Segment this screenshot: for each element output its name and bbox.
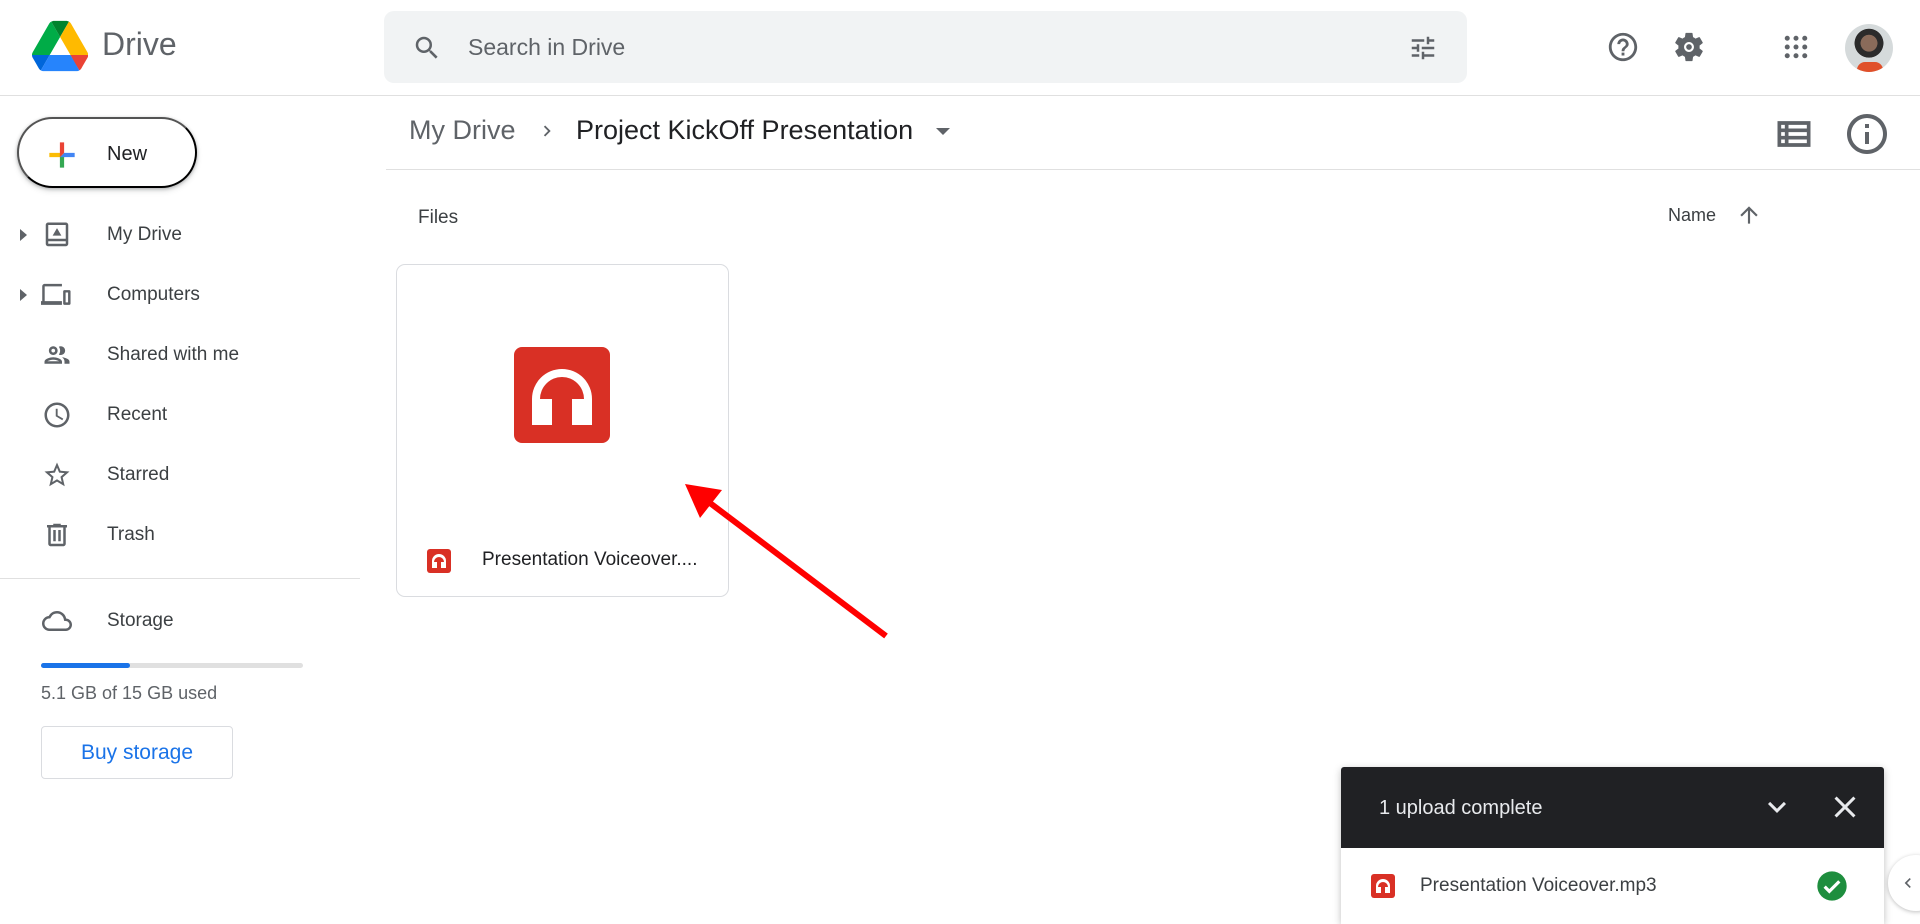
search-options-icon[interactable] [1408, 33, 1438, 63]
file-card[interactable]: Presentation Voiceover.... [396, 264, 729, 597]
help-button[interactable] [1599, 23, 1647, 71]
expand-caret-icon[interactable] [20, 289, 27, 301]
cloud-icon [42, 611, 72, 631]
collapse-chevron-down-icon[interactable] [1759, 789, 1795, 825]
sort-by-name-button[interactable]: Name [1668, 205, 1716, 226]
search-bar [384, 11, 1467, 83]
storage-label: Storage [107, 610, 174, 631]
upload-panel-title: 1 upload complete [1379, 797, 1543, 819]
sidebar-item-shared-with-me[interactable]: Shared with me [0, 327, 360, 383]
search-input[interactable] [468, 25, 1328, 69]
upload-panel: 1 upload complete Presentation Voiceover… [1341, 767, 1884, 924]
upload-file-name: Presentation Voiceover.mp3 [1420, 875, 1657, 896]
side-panel-toggle-button[interactable] [1888, 855, 1920, 911]
drive-logo-icon[interactable] [32, 20, 88, 72]
breadcrumb-divider [386, 169, 1920, 170]
upload-panel-header: 1 upload complete [1341, 767, 1884, 848]
files-section-label: Files [418, 207, 459, 228]
sidebar-item-label: My Drive [107, 224, 182, 245]
settings-icon [1675, 32, 1703, 62]
list-view-icon[interactable] [1772, 112, 1816, 156]
help-icon [1608, 32, 1638, 62]
sidebar-item-my-drive[interactable]: My Drive [0, 207, 360, 263]
audio-thumbnail-icon [514, 347, 610, 443]
storage-usage-fill [41, 663, 131, 668]
sidebar-item-computers[interactable]: Computers [0, 267, 360, 323]
new-label: New [107, 143, 148, 165]
sidebar-item-storage[interactable]: Storage [0, 593, 360, 649]
clock-icon [44, 402, 70, 428]
plus-icon [49, 142, 75, 168]
search-icon[interactable] [412, 33, 442, 63]
chevron-right-icon [543, 125, 551, 137]
info-icon[interactable] [1843, 110, 1891, 158]
sidebar-item-label: Shared with me [107, 344, 240, 365]
upload-item[interactable]: Presentation Voiceover.mp3 [1341, 848, 1884, 924]
star-icon [44, 462, 70, 487]
expand-caret-icon[interactable] [20, 229, 27, 241]
breadcrumb-current-folder[interactable]: Project KickOff Presentation [576, 115, 913, 146]
sidebar-item-trash[interactable]: Trash [0, 507, 360, 563]
storage-usage-bar [41, 663, 303, 668]
shared-icon [44, 346, 70, 364]
sidebar-item-label: Trash [107, 524, 155, 545]
sidebar-item-recent[interactable]: Recent [0, 387, 360, 443]
app-name: Drive [102, 26, 177, 62]
chevron-left-icon [1904, 878, 1911, 888]
apps-grid-icon [1784, 35, 1808, 59]
audio-file-icon [1371, 874, 1395, 898]
account-avatar[interactable] [1845, 24, 1893, 72]
breadcrumb-my-drive[interactable]: My Drive [409, 115, 516, 146]
my-drive-icon [45, 222, 69, 247]
computers-icon [41, 283, 71, 305]
buy-storage-button[interactable]: Buy storage [41, 726, 233, 779]
upload-complete-check-icon [1817, 871, 1847, 901]
file-name: Presentation Voiceover.... [482, 549, 698, 570]
annotation-arrow-shaft [708, 500, 888, 639]
audio-file-icon [427, 549, 451, 573]
close-icon[interactable] [1827, 789, 1863, 825]
apps-button[interactable] [1772, 23, 1820, 71]
folder-menu-dropdown-icon[interactable] [936, 128, 950, 135]
storage-usage-text: 5.1 GB of 15 GB used [41, 683, 218, 703]
top-bar: Drive [0, 0, 1920, 96]
sidebar-item-label: Computers [107, 284, 200, 305]
settings-button[interactable] [1665, 23, 1713, 71]
sidebar-item-label: Starred [107, 464, 170, 485]
sort-ascending-arrow-icon[interactable] [1736, 202, 1762, 228]
new-button[interactable]: New [17, 117, 197, 188]
sidebar-item-starred[interactable]: Starred [0, 447, 360, 503]
sidebar-item-label: Recent [107, 404, 168, 425]
trash-icon [47, 523, 67, 547]
sidebar-divider [0, 578, 360, 579]
